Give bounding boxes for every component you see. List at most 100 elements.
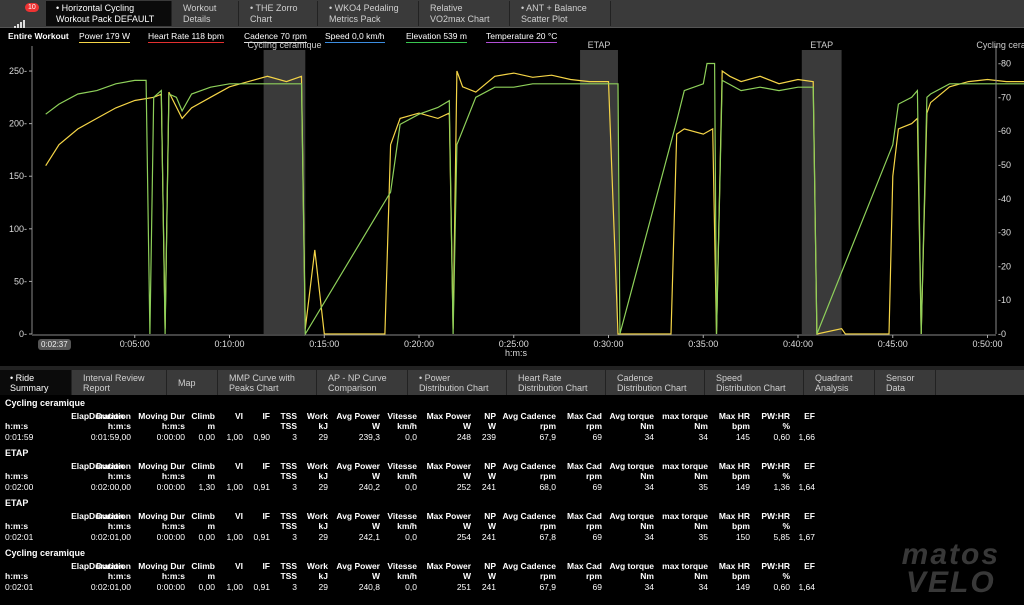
- summary-value: 29: [318, 432, 328, 442]
- summary-value: 241: [481, 482, 496, 492]
- tab-ride-summary[interactable]: • Ride Summary: [0, 370, 72, 395]
- tab-mmp-curve[interactable]: MMP Curve with Peaks Chart: [219, 370, 317, 395]
- summary-value: 67,9: [539, 432, 556, 442]
- summary-column-header: Duration: [96, 561, 131, 571]
- summary-column-header: NP: [484, 461, 496, 471]
- summary-column-unit: m: [207, 521, 215, 531]
- line-chart[interactable]: Cycling ceramique ETAP ETAP Cycling ceramiq…: [0, 28, 1024, 366]
- tab-quadrant-analysis[interactable]: Quadrant Analysis: [805, 370, 875, 395]
- summary-value: 1,00: [226, 432, 243, 442]
- summary-value: 67,9: [539, 582, 556, 592]
- summary-value: 3: [292, 432, 297, 442]
- x-tick-label: 0:50:00: [972, 339, 1002, 349]
- summary-column-header: VI: [234, 511, 243, 521]
- summary-block-title: Cycling ceramique: [5, 548, 86, 558]
- summary-column-header: Max Power: [426, 561, 471, 571]
- x-tick-label: 0:20:00: [404, 339, 434, 349]
- tab-relative-vo2max[interactable]: Relative VO2max Chart: [420, 1, 510, 26]
- summary-column-header: Max Power: [426, 511, 471, 521]
- summary-value: 248: [456, 432, 471, 442]
- summary-column-unit: km/h: [397, 421, 417, 431]
- summary-value: 241: [481, 582, 496, 592]
- tab-ap-np-curve[interactable]: AP - NP Curve Comparison: [318, 370, 408, 395]
- tab-horizontal-cycling[interactable]: • Horizontal Cycling Workout Pack DEFAUL…: [46, 1, 172, 26]
- summary-column-header: Avg Cadence: [502, 511, 556, 521]
- tab-workout-details[interactable]: Workout Details: [173, 1, 239, 26]
- tab-sensor-data[interactable]: Sensor Data: [876, 370, 936, 395]
- network-status-button[interactable]: 10: [4, 2, 42, 29]
- summary-value: 67,8: [539, 532, 556, 542]
- series-power: [45, 69, 1024, 335]
- summary-column-header: max torque: [662, 411, 708, 421]
- summary-value: 34: [644, 582, 654, 592]
- x-tick-label: 0:05:00: [120, 339, 150, 349]
- summary-column-unit: km/h: [397, 571, 417, 581]
- summary-value: 1,36: [773, 482, 790, 492]
- summary-column-unit: h:m:s: [5, 571, 29, 581]
- summary-value: 1,64: [798, 582, 815, 592]
- summary-column-unit: W: [462, 471, 471, 481]
- summary-column-unit: kJ: [318, 471, 328, 481]
- summary-column-unit: Nm: [640, 421, 654, 431]
- summary-value: 69: [592, 532, 602, 542]
- y-right-tick-label: -80: [998, 59, 1011, 69]
- summary-column-header: Vitesse: [387, 461, 417, 471]
- summary-column-header: PW:HR: [761, 561, 790, 571]
- summary-column-unit: %: [782, 521, 790, 531]
- summary-value: 0,00: [198, 432, 215, 442]
- tab-map[interactable]: Map: [168, 370, 218, 395]
- x-tick-label: 0:30:00: [593, 339, 623, 349]
- summary-column-unit: %: [782, 421, 790, 431]
- y-right-tick-label: -0: [998, 329, 1006, 339]
- tab-heart-rate-distribution[interactable]: Heart Rate Distribution Chart: [508, 370, 606, 395]
- summary-column-unit: %: [782, 571, 790, 581]
- chart-axes: 0- 50- 100- 150- 200- 250- -0 -10 -20 -30 -40 -50 -6…: [9, 46, 1011, 349]
- tab-cadence-distribution[interactable]: Cadence Distribution Chart: [607, 370, 705, 395]
- summary-column-header: NP: [484, 561, 496, 571]
- ride-summary-panel: Cycling ceramique ElapDuration h:m:s 0:01:5…: [0, 396, 1024, 605]
- summary-column-header: VI: [234, 461, 243, 471]
- summary-column-header: EF: [804, 511, 815, 521]
- summary-column-unit: W: [462, 571, 471, 581]
- summary-value: 34: [698, 432, 708, 442]
- tab-power-distribution[interactable]: • Power Distribution Chart: [409, 370, 507, 395]
- summary-value: 1,64: [798, 482, 815, 492]
- summary-column-unit: kJ: [318, 571, 328, 581]
- time-cursor-label[interactable]: 0:02:37: [38, 339, 71, 350]
- summary-column-header: Avg Power: [336, 411, 380, 421]
- summary-column-header: IF: [262, 511, 270, 521]
- summary-column-unit: h:m:s: [161, 521, 185, 531]
- summary-value: 149: [735, 582, 750, 592]
- summary-column-unit: h:m:s: [5, 421, 29, 431]
- summary-column-header: VI: [234, 411, 243, 421]
- tab-speed-distribution[interactable]: Speed Distribution Chart: [706, 370, 804, 395]
- summary-value: 150: [735, 532, 750, 542]
- tab-zorro-chart[interactable]: • THE Zorro Chart: [240, 1, 318, 26]
- tab-ant-balance[interactable]: • ANT + Balance Scatter Plot: [511, 1, 611, 26]
- interval-label: ETAP: [588, 40, 611, 50]
- summary-column-unit: h:m:s: [161, 471, 185, 481]
- x-axis-label: h:m:s: [505, 348, 528, 358]
- summary-value: 240,8: [358, 582, 380, 592]
- summary-column-unit: km/h: [397, 521, 417, 531]
- summary-column-unit: Nm: [640, 471, 654, 481]
- summary-column-header: Avg torque: [609, 461, 654, 471]
- summary-column-header: Max Power: [426, 411, 471, 421]
- summary-column-unit: h:m:s: [107, 421, 131, 431]
- summary-column-header: Max Cad: [567, 561, 602, 571]
- summary-column-header: Max Cad: [567, 511, 602, 521]
- tab-wko4-pedaling[interactable]: • WKO4 Pedaling Metrics Pack: [319, 1, 419, 26]
- summary-value: 35: [698, 532, 708, 542]
- summary-column-header: Max Cad: [567, 411, 602, 421]
- tab-interval-review[interactable]: Interval Review Report: [73, 370, 167, 395]
- summary-column-unit: bpm: [732, 471, 750, 481]
- summary-value: 242,1: [358, 532, 380, 542]
- summary-value: 241: [481, 532, 496, 542]
- summary-value: 0:00:00: [156, 532, 185, 542]
- summary-column-header: PW:HR: [761, 461, 790, 471]
- summary-column-header: Avg Power: [336, 511, 380, 521]
- summary-column-unit: Nm: [694, 521, 708, 531]
- summary-column-header: Avg Cadence: [502, 561, 556, 571]
- summary-column-header: Vitesse: [387, 561, 417, 571]
- summary-column-header: Max Cad: [567, 461, 602, 471]
